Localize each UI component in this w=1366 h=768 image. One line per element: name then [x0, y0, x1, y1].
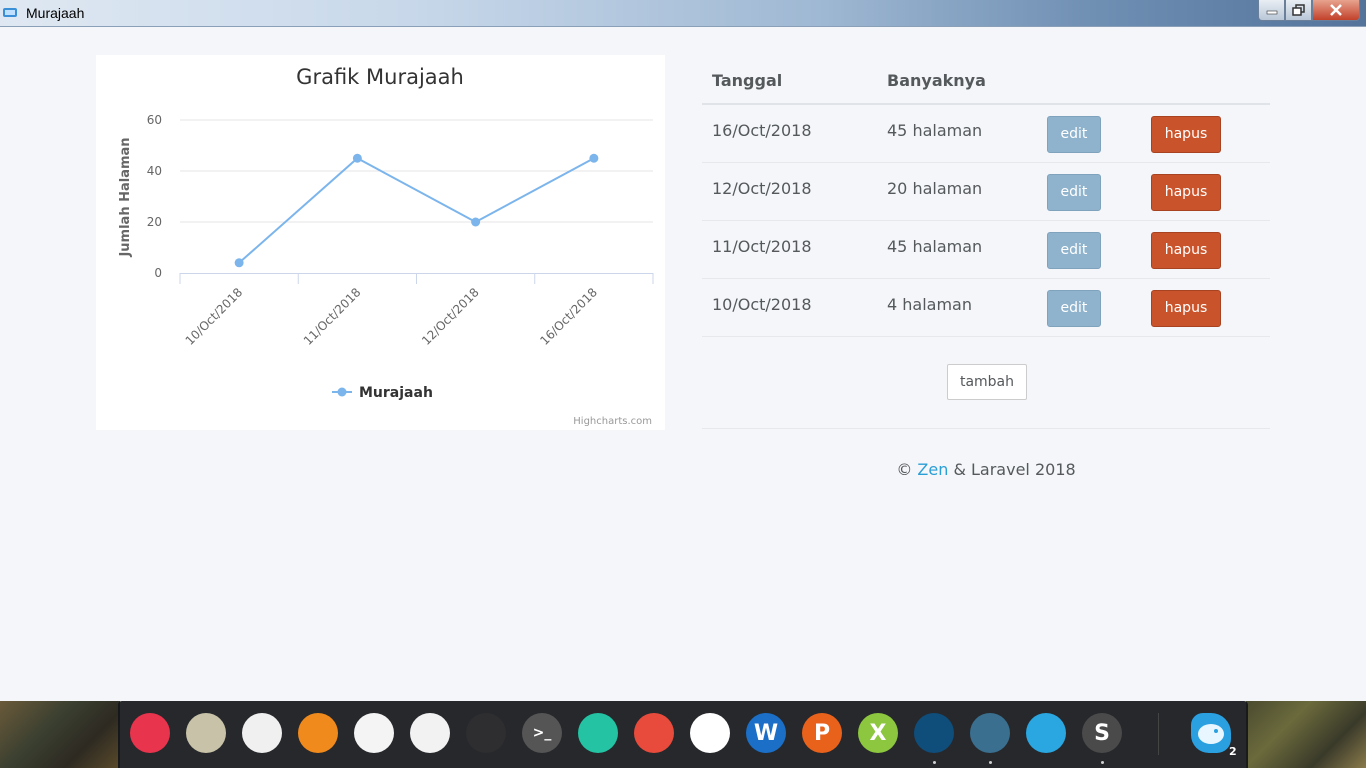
data-point — [352, 153, 362, 163]
footer-suffix: & Laravel 2018 — [948, 460, 1076, 479]
browser-g-icon[interactable] — [354, 713, 394, 753]
monitor-icon[interactable] — [578, 713, 618, 753]
header-hapus-col — [1141, 58, 1270, 105]
y-axis-label: Jumlah Halaman — [118, 137, 133, 257]
header-tanggal: Tanggal — [702, 58, 877, 105]
powerpoint-icon[interactable]: P — [802, 713, 842, 753]
disk-usage-icon[interactable] — [410, 713, 450, 753]
y-tick-label: 40 — [147, 164, 162, 178]
delete-button[interactable]: hapus — [1151, 231, 1221, 269]
table-row: 11/Oct/2018 45 halaman edit hapus — [702, 220, 1270, 279]
running-indicator — [989, 761, 992, 764]
notification-badge: 2 — [1229, 745, 1237, 758]
chart-title: Grafik Murajaah — [296, 65, 464, 89]
row-amount: 20 halaman — [877, 162, 1037, 221]
trash-icon[interactable] — [242, 713, 282, 753]
maximize-button[interactable] — [1285, 0, 1312, 21]
close-icon — [1330, 4, 1342, 16]
restore-icon — [1291, 4, 1305, 16]
legend-marker — [337, 387, 347, 397]
desktop-wallpaper-left — [0, 701, 120, 768]
edit-button[interactable]: edit — [1047, 173, 1101, 211]
running-indicator — [1101, 761, 1104, 764]
minimize-icon — [1266, 10, 1277, 15]
close-button[interactable] — [1312, 0, 1360, 21]
murajaah-chart: Grafik Murajaah 0 20 40 60 10/Oct/2018 11/Oct/… — [118, 65, 654, 427]
footer-prefix: © — [896, 460, 918, 479]
x-tick-label: 12/Oct/2018 — [419, 285, 482, 348]
elephant-icon — [1198, 724, 1224, 744]
dock-separator — [1158, 713, 1159, 755]
data-point — [471, 217, 481, 227]
add-button[interactable]: tambah — [947, 364, 1027, 400]
data-point — [234, 258, 244, 268]
row-amount: 4 halaman — [877, 278, 1037, 337]
x-tick-label: 10/Oct/2018 — [183, 285, 246, 348]
footer-author-link[interactable]: Zen — [917, 460, 948, 479]
desktop-wallpaper-right — [1246, 701, 1366, 768]
terminal-icon[interactable]: >_ — [522, 713, 562, 753]
footer-divider — [702, 428, 1270, 429]
water-drop-icon[interactable] — [914, 713, 954, 753]
file-manager-icon[interactable] — [970, 713, 1010, 753]
data-point — [589, 153, 599, 163]
vlc-icon[interactable] — [298, 713, 338, 753]
running-indicator — [933, 761, 936, 764]
header-edit-col — [1037, 58, 1141, 105]
app-window-icon — [3, 8, 17, 17]
y-tick-label: 20 — [147, 215, 162, 229]
table-row: 16/Oct/2018 45 halaman edit hapus — [702, 104, 1270, 163]
settings-icon[interactable] — [634, 713, 674, 753]
x-tick-label: 16/Oct/2018 — [537, 285, 600, 348]
row-date: 16/Oct/2018 — [702, 104, 877, 163]
firefox-icon[interactable] — [1026, 713, 1066, 753]
sublime-icon[interactable]: S — [1082, 713, 1122, 753]
edit-button[interactable]: edit — [1047, 231, 1101, 269]
search-app-icon[interactable] — [186, 713, 226, 753]
word-icon[interactable]: W — [746, 713, 786, 753]
legend-label: Murajaah — [359, 385, 433, 401]
row-amount: 45 halaman — [877, 220, 1037, 279]
y-tick-label: 60 — [147, 113, 162, 127]
table-row: 10/Oct/2018 4 halaman edit hapus — [702, 278, 1270, 337]
row-amount: 45 halaman — [877, 104, 1037, 163]
x-tick-label: 11/Oct/2018 — [301, 285, 364, 348]
draw-icon[interactable] — [466, 713, 506, 753]
windows-start-icon[interactable] — [130, 713, 170, 753]
row-date: 10/Oct/2018 — [702, 278, 877, 337]
eclipse-icon[interactable] — [690, 713, 730, 753]
murajaah-table: Tanggal Banyaknya 16/Oct/2018 45 halaman… — [702, 58, 1270, 337]
table-row: 12/Oct/2018 20 halaman edit hapus — [702, 162, 1270, 221]
window-title-bar: Murajaah — [0, 0, 1366, 27]
dock — [118, 701, 1248, 768]
row-date: 12/Oct/2018 — [702, 162, 877, 221]
table-header-row: Tanggal Banyaknya — [702, 58, 1270, 105]
edit-button[interactable]: edit — [1047, 289, 1101, 327]
chart-credits: Highcharts.com — [573, 416, 652, 427]
minimize-button[interactable] — [1258, 0, 1285, 21]
excel-icon[interactable]: X — [858, 713, 898, 753]
y-tick-label: 0 — [154, 266, 162, 280]
delete-button[interactable]: hapus — [1151, 289, 1221, 327]
row-date: 11/Oct/2018 — [702, 220, 877, 279]
footer: © Zen & Laravel 2018 — [702, 460, 1270, 479]
window-title: Murajaah — [26, 5, 85, 21]
evernote-icon[interactable] — [1191, 713, 1231, 753]
chart-card: Grafik Murajaah 0 20 40 60 10/Oct/2018 11/Oct/… — [96, 55, 665, 430]
header-banyaknya: Banyaknya — [877, 58, 1037, 105]
delete-button[interactable]: hapus — [1151, 173, 1221, 211]
series-line-murajaah — [238, 157, 595, 264]
edit-button[interactable]: edit — [1047, 116, 1101, 153]
delete-button[interactable]: hapus — [1151, 116, 1221, 153]
